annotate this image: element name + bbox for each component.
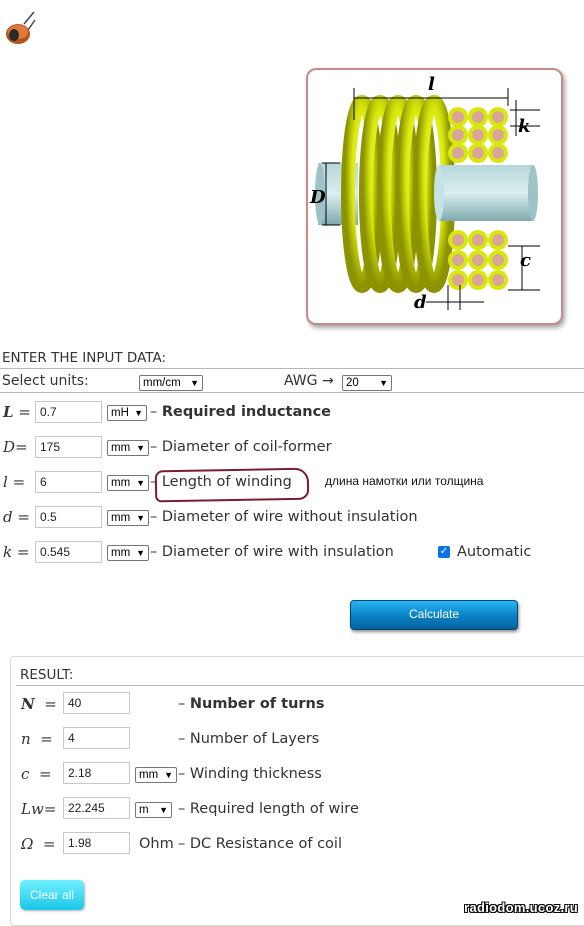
wire-length-unit-select[interactable]: m ▼: [135, 802, 172, 818]
input-symbol-k: k =: [3, 543, 30, 561]
diameter-input[interactable]: 175: [35, 436, 102, 458]
chevron-down-icon: ▼: [136, 478, 145, 488]
input-section-title: ENTER THE INPUT DATA:: [2, 350, 167, 366]
calculate-button[interactable]: Calculate: [350, 600, 518, 630]
diagram-label-l: l: [428, 74, 435, 95]
watermark: radiodom.ucoz.ru: [464, 900, 578, 915]
resistance-output: 1.98: [63, 832, 130, 854]
awg-select[interactable]: 20 ▼: [342, 375, 392, 391]
chevron-down-icon: ▼: [190, 378, 199, 388]
input-symbol-l: l =: [3, 473, 26, 491]
input-symbol-D: D=: [3, 438, 28, 456]
layers-desc: – Number of Layers: [178, 731, 320, 747]
chevron-down-icon: ▼: [136, 513, 145, 523]
chevron-down-icon: ▼: [136, 548, 145, 558]
thickness-desc: – Winding thickness: [178, 766, 322, 782]
units-select[interactable]: mm/cm ▼: [139, 375, 203, 391]
result-symbol-omega: Ω =: [21, 835, 56, 853]
chevron-down-icon: ▼: [134, 408, 143, 418]
turns-desc: – Number of turns: [178, 696, 325, 712]
units-label: Select units:: [2, 373, 89, 389]
awg-select-value: 20: [346, 377, 359, 389]
inductance-desc: – Required inductance: [150, 404, 332, 420]
length-input[interactable]: 6: [35, 471, 102, 493]
result-symbol-N: N =: [21, 695, 57, 713]
automatic-label: Automatic: [457, 544, 532, 560]
inductor-icon: [2, 10, 36, 46]
inductance-input[interactable]: 0.7: [35, 401, 102, 423]
insulated-wire-unit-select[interactable]: mm ▼: [107, 545, 149, 561]
wire-length-desc: – Required length of wire: [178, 801, 359, 817]
thickness-output: 2.18: [63, 762, 130, 784]
result-symbol-Lw: Lw=: [21, 800, 57, 818]
length-unit-select[interactable]: mm ▼: [107, 475, 149, 491]
wire-diameter-desc: – Diameter of wire without insulation: [150, 509, 418, 525]
diameter-desc: – Diameter of coil-former: [150, 439, 332, 455]
diameter-unit-select[interactable]: mm ▼: [107, 440, 149, 456]
annotation-note: длина намотки или толщина: [325, 474, 484, 488]
chevron-down-icon: ▼: [164, 770, 173, 780]
result-symbol-c: c =: [21, 765, 52, 783]
units-select-value: mm/cm: [143, 377, 181, 389]
insulated-wire-input[interactable]: 0.545: [35, 541, 102, 563]
result-section-title: RESULT:: [20, 667, 74, 683]
chevron-down-icon: ▼: [136, 443, 145, 453]
divider: [0, 368, 584, 369]
diagram-label-D: D: [309, 187, 326, 208]
wire-length-output: 22.245: [63, 797, 130, 819]
chevron-down-icon: ▼: [379, 378, 388, 388]
divider: [16, 685, 584, 686]
annotation-outline: [154, 467, 310, 503]
wire-diameter-input[interactable]: 0.5: [35, 506, 102, 528]
automatic-checkbox[interactable]: ✓: [438, 546, 450, 558]
insulated-wire-desc: – Diameter of wire with insulation: [150, 544, 394, 560]
clear-all-button[interactable]: Clear all: [20, 880, 84, 910]
turns-output: 40: [63, 692, 130, 714]
coil-diagram: l k D c d: [306, 68, 563, 325]
resistance-desc: – DC Resistance of coil: [178, 836, 342, 852]
diagram-label-d: d: [414, 292, 427, 313]
result-symbol-n: n =: [21, 730, 53, 748]
awg-label: AWG →: [284, 373, 334, 389]
chevron-down-icon: ▼: [159, 805, 168, 815]
diagram-label-k: k: [518, 116, 530, 137]
resistance-unit: Ohm: [139, 836, 174, 852]
thickness-unit-select[interactable]: mm ▼: [135, 767, 177, 783]
input-symbol-d: d =: [3, 508, 30, 526]
input-symbol-L: L =: [3, 403, 31, 421]
inductance-unit-select[interactable]: mH ▼: [107, 405, 147, 421]
wire-diameter-unit-select[interactable]: mm ▼: [107, 510, 149, 526]
layers-output: 4: [63, 727, 130, 749]
diagram-label-c: c: [520, 250, 531, 271]
divider: [0, 392, 584, 393]
